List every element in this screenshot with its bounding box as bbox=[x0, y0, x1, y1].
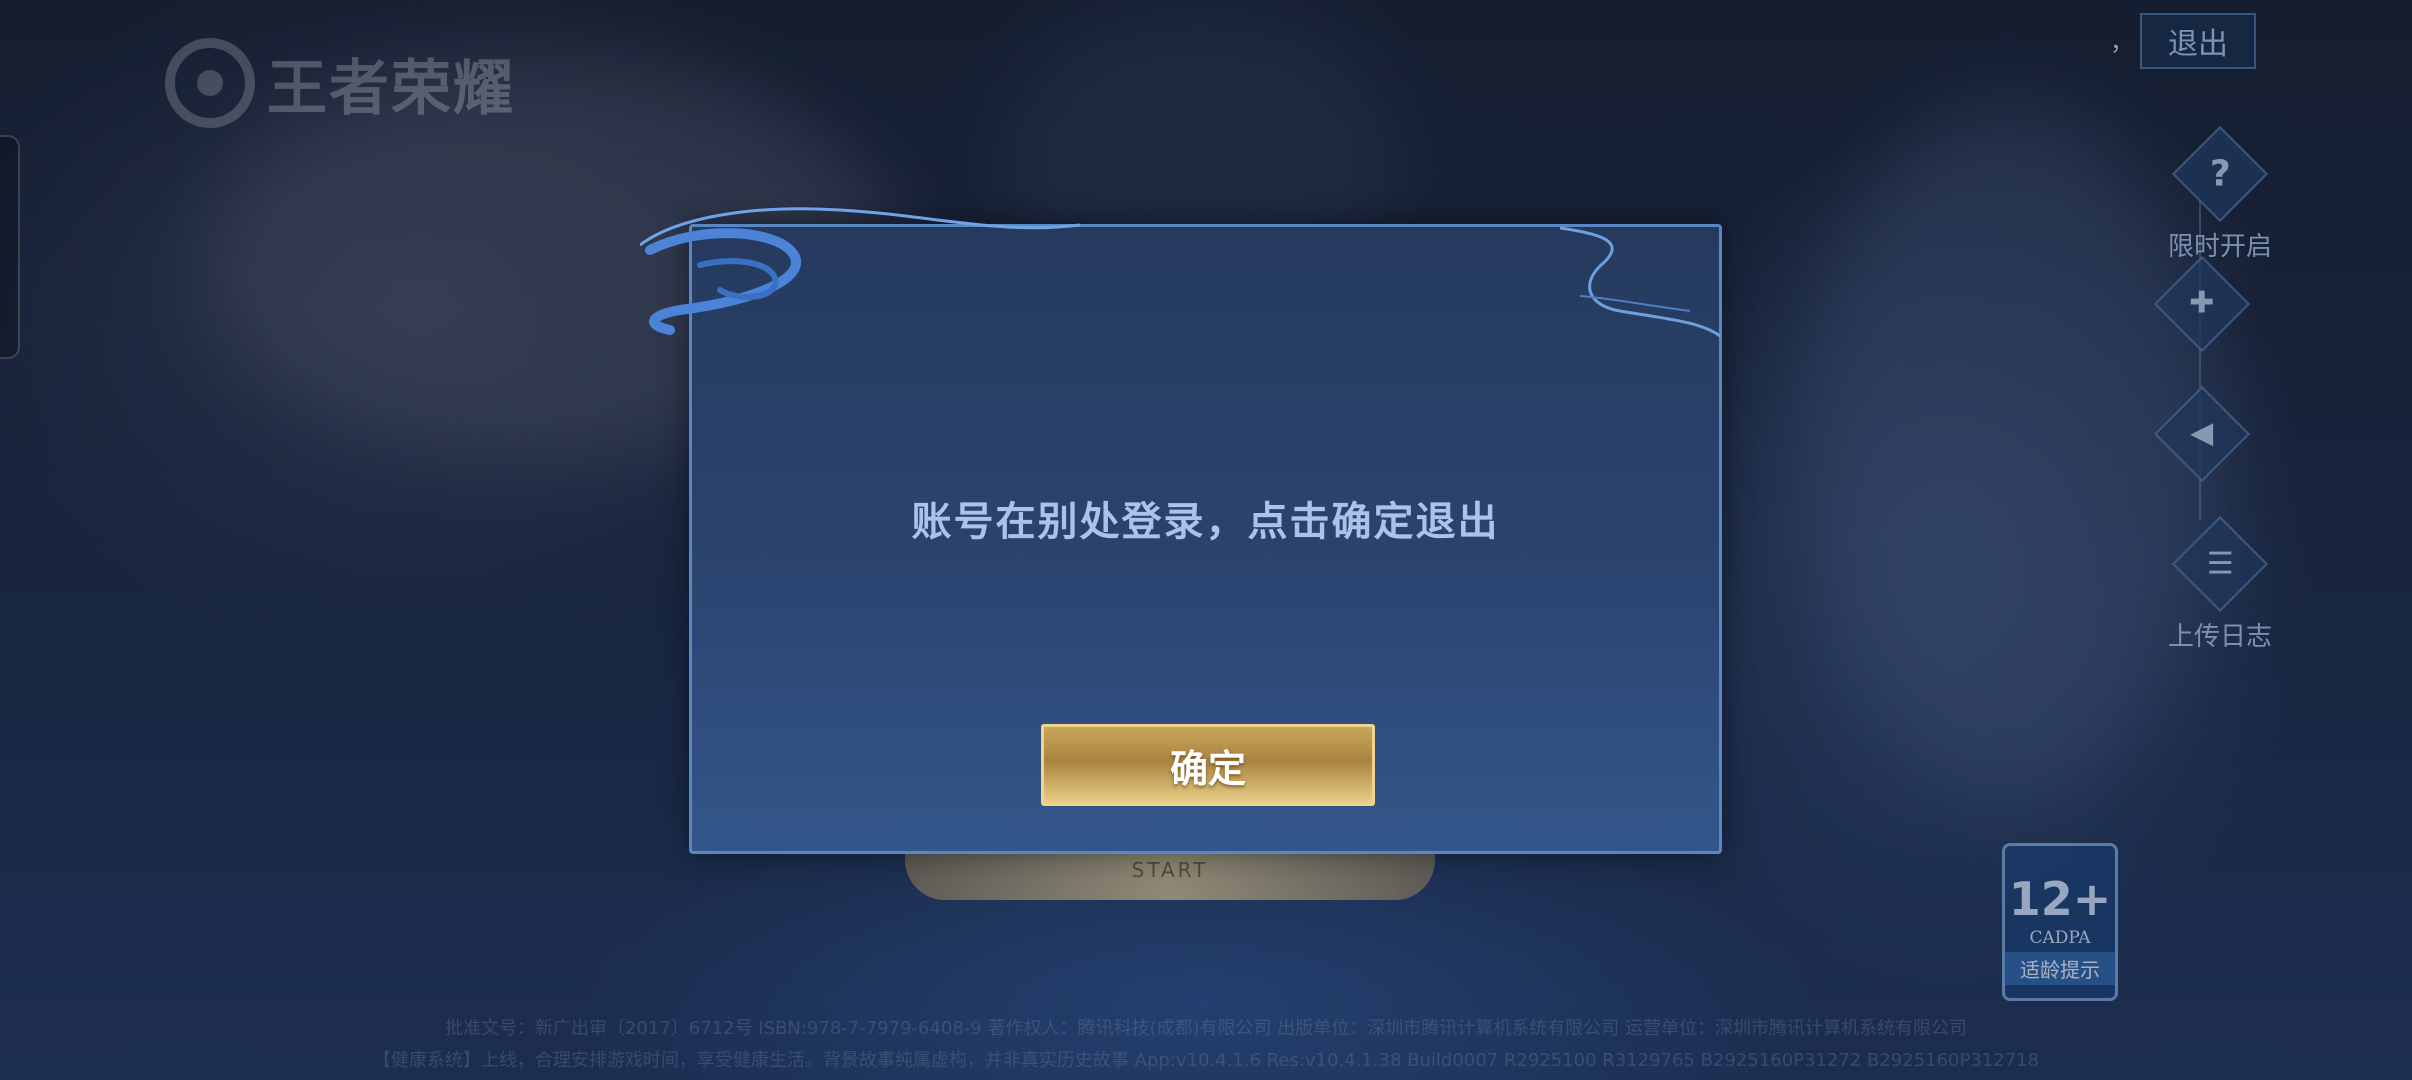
dialog-message: 账号在别处登录，点击确定退出 bbox=[911, 499, 1500, 545]
dialog-wave-ornament-icon bbox=[640, 207, 1081, 335]
dialog-corner-ornament-icon bbox=[1560, 226, 1721, 338]
confirm-button[interactable]: 确定 bbox=[1041, 724, 1375, 806]
